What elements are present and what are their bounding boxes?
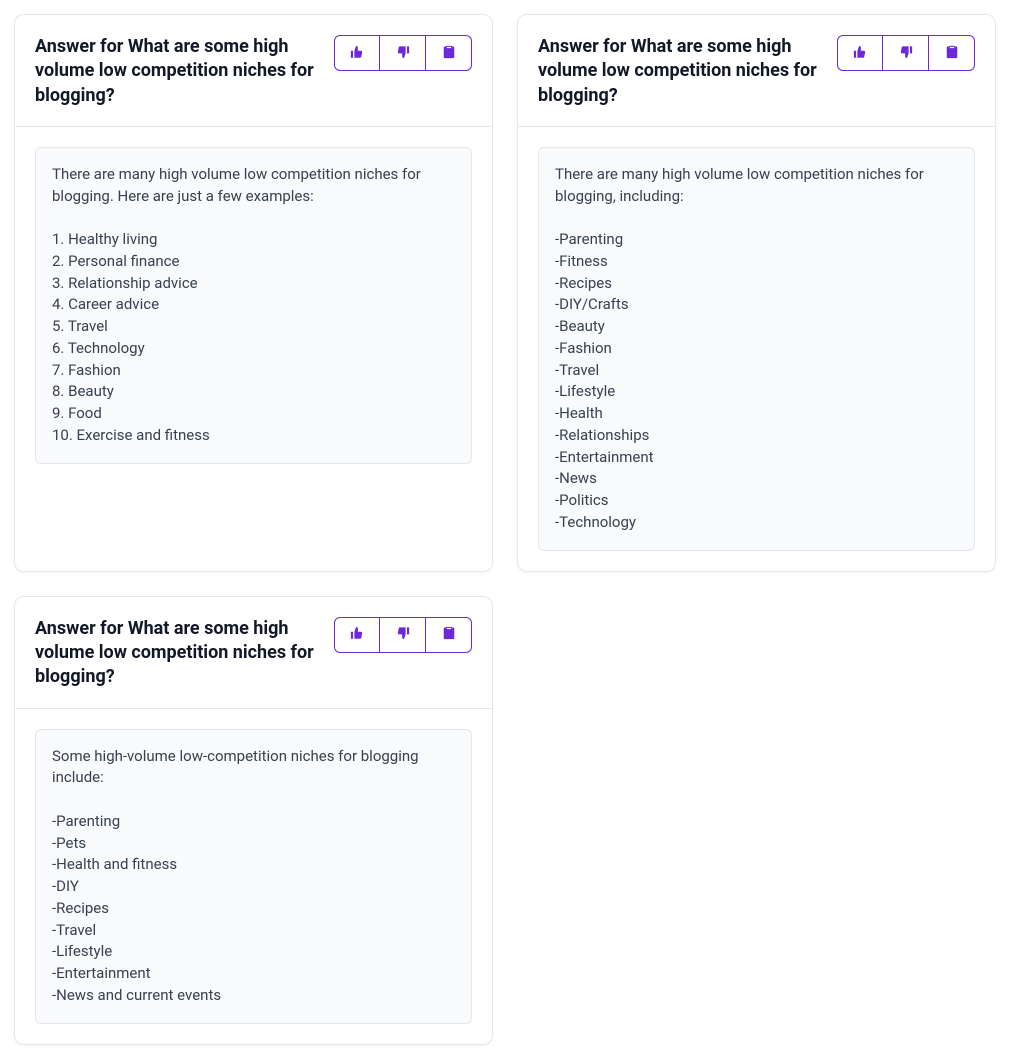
answer-content: There are many high volume low competiti… (35, 147, 472, 464)
clipboard-icon (442, 626, 456, 643)
card-title: Answer for What are some high volume low… (35, 617, 318, 690)
thumbs-down-icon (396, 45, 410, 62)
action-button-group (334, 35, 472, 71)
card-header: Answer for What are some high volume low… (15, 15, 492, 127)
thumbs-up-icon (853, 45, 867, 62)
copy-button[interactable] (426, 35, 472, 71)
card-body: There are many high volume low competiti… (518, 127, 995, 571)
thumbs-up-icon (350, 626, 364, 643)
clipboard-icon (945, 45, 959, 62)
answer-content: Some high-volume low-competition niches … (35, 729, 472, 1024)
thumbs-up-button[interactable] (334, 35, 380, 71)
action-button-group (334, 617, 472, 653)
card-header: Answer for What are some high volume low… (518, 15, 995, 127)
thumbs-down-button[interactable] (883, 35, 929, 71)
answer-card: Answer for What are some high volume low… (517, 14, 996, 572)
card-body: There are many high volume low competiti… (15, 127, 492, 484)
copy-button[interactable] (426, 617, 472, 653)
card-title: Answer for What are some high volume low… (35, 35, 318, 108)
action-button-group (837, 35, 975, 71)
thumbs-down-button[interactable] (380, 617, 426, 653)
copy-button[interactable] (929, 35, 975, 71)
thumbs-up-button[interactable] (334, 617, 380, 653)
clipboard-icon (442, 45, 456, 62)
thumbs-down-button[interactable] (380, 35, 426, 71)
answer-card: Answer for What are some high volume low… (14, 14, 493, 572)
thumbs-up-icon (350, 45, 364, 62)
thumbs-up-button[interactable] (837, 35, 883, 71)
thumbs-down-icon (396, 626, 410, 643)
card-header: Answer for What are some high volume low… (15, 597, 492, 709)
cards-grid: Answer for What are some high volume low… (14, 14, 996, 1045)
card-body: Some high-volume low-competition niches … (15, 709, 492, 1044)
answer-card: Answer for What are some high volume low… (14, 596, 493, 1045)
card-title: Answer for What are some high volume low… (538, 35, 821, 108)
thumbs-down-icon (899, 45, 913, 62)
answer-content: There are many high volume low competiti… (538, 147, 975, 551)
